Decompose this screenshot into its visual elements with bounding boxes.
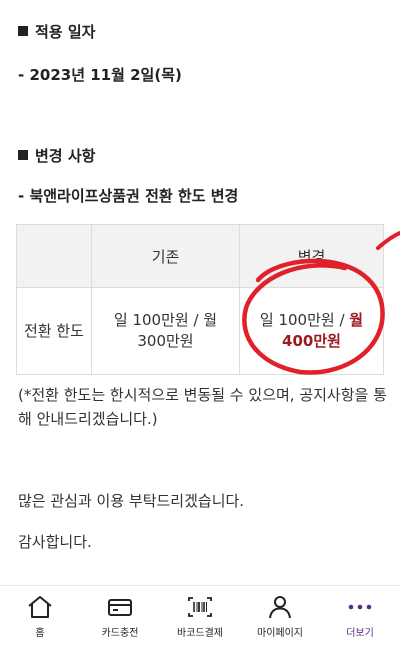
person-icon xyxy=(269,596,291,619)
new-limit-highlight: 월 xyxy=(349,311,364,329)
square-bullet-icon xyxy=(18,150,28,160)
new-limit-cell: 일 100만원 / 월 400만원 xyxy=(239,287,384,375)
date-heading: 적용 일자 xyxy=(18,21,95,42)
more-dots-icon xyxy=(348,604,372,610)
home-icon xyxy=(28,596,52,618)
square-bullet-icon xyxy=(18,26,28,36)
date-value: - 2023년 11월 2일(목) xyxy=(18,66,182,84)
card-icon xyxy=(108,599,132,616)
tab-home[interactable]: 홈 xyxy=(0,586,80,639)
limit-comparison-table: 기존 변경 전환 한도 일 100만원 / 월 300만원 일 100만원 / … xyxy=(16,224,384,375)
table-row: 전환 한도 일 100만원 / 월 300만원 일 100만원 / 월 400만… xyxy=(16,287,384,375)
old-limit-cell: 일 100만원 / 월 300만원 xyxy=(91,287,240,375)
tab-my-page[interactable]: 마이페이지 xyxy=(240,586,320,639)
tab-more[interactable]: 더보기 xyxy=(320,586,400,639)
change-heading: 변경 사항 xyxy=(18,145,95,166)
table-header-blank xyxy=(16,224,92,288)
bottom-tab-bar: 홈 카드충전 바코드결제 마이페이지 더보기 xyxy=(0,585,400,646)
new-limit-highlight-amount: 400만원 xyxy=(282,332,341,350)
tab-barcode-pay[interactable]: 바코드결제 xyxy=(160,586,240,639)
table-header-old: 기존 xyxy=(91,224,240,288)
barcode-icon xyxy=(188,597,212,617)
table-row-label: 전환 한도 xyxy=(16,287,92,375)
table-header-row: 기존 변경 xyxy=(16,224,384,288)
notice-content: 적용 일자 - 2023년 11월 2일(목) 변경 사항 - 북앤라이프상품권… xyxy=(0,0,400,585)
closing-thanks: 감사합니다. xyxy=(18,533,92,551)
change-item: - 북앤라이프상품권 전환 한도 변경 xyxy=(18,187,239,205)
tab-card-charge[interactable]: 카드충전 xyxy=(80,586,160,639)
limit-note: (*전환 한도는 한시적으로 변동될 수 있으며, 공지사항을 통해 안내드리겠… xyxy=(18,386,387,428)
table-header-new: 변경 xyxy=(239,224,384,288)
closing-request: 많은 관심과 이용 부탁드리겠습니다. xyxy=(18,492,245,510)
